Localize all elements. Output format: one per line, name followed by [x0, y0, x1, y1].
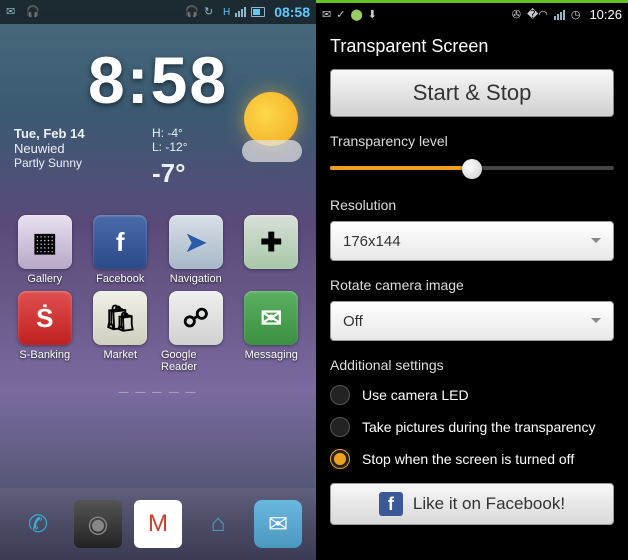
app-icon: ➤ [169, 215, 223, 269]
app-s-banking[interactable]: Ṡ S-Banking [10, 291, 80, 373]
app-icon: 🛍 [93, 291, 147, 345]
app-icon: ☍ [169, 291, 223, 345]
dock-phone[interactable]: ✆ [14, 500, 62, 548]
weather-cond: Partly Sunny [14, 156, 152, 170]
sun-icon [244, 92, 298, 146]
app-icon: ✚ [244, 215, 298, 269]
dock-camera[interactable]: ◉ [74, 500, 122, 548]
network-type: H [223, 7, 230, 18]
app-icon: ▦ [18, 215, 72, 269]
slider-thumb[interactable] [462, 159, 482, 179]
option-label: Use camera LED [362, 387, 469, 403]
android-icon: ⬤ [350, 8, 362, 21]
facebook-icon: f [379, 492, 403, 516]
rotate-value: Off [343, 313, 363, 330]
facebook-like-button[interactable]: f Like it on Facebook! [330, 483, 614, 525]
signal-icon [554, 10, 565, 20]
sync-icon: ↻ [204, 5, 218, 19]
dock: ✆◉M⌂✉ [0, 488, 316, 560]
app-messaging[interactable]: ✉ Messaging [237, 291, 307, 373]
wifi-icon: �◠ [527, 8, 548, 21]
mail-icon: ✉ [322, 8, 331, 21]
app-icon: ✉ [244, 291, 298, 345]
resolution-select[interactable]: 176x144 [330, 221, 614, 261]
app-label: Messaging [245, 349, 298, 361]
app-market[interactable]: 🛍 Market [86, 291, 156, 373]
weather-city: Neuwied [14, 141, 152, 156]
app-item-3[interactable]: ✚ [237, 215, 307, 285]
weather-low: -12° [165, 140, 187, 154]
page-indicator: — — — — — [0, 387, 316, 398]
app-icon: f [93, 215, 147, 269]
app-label: Google Reader [161, 349, 231, 373]
status-time: 10:26 [589, 7, 622, 22]
weather-high: -4° [167, 126, 182, 140]
option-row-0[interactable]: Use camera LED [330, 385, 614, 405]
weather-widget[interactable]: Tue, Feb 14 Neuwied Partly Sunny H: -4° … [0, 118, 316, 189]
alarm-icon: ◷ [571, 8, 581, 21]
option-row-1[interactable]: Take pictures during the transparency [330, 417, 614, 437]
settings-screen: ✉ ✓ ⬤ ⬇ ✇ �◠ ◷ 10:26 Transparent Screen … [316, 0, 628, 560]
cloud-icon [242, 140, 302, 162]
status-time: 08:58 [274, 4, 310, 20]
transparency-label: Transparency level [330, 133, 614, 149]
radio-icon[interactable] [330, 449, 350, 469]
option-label: Stop when the screen is turned off [362, 451, 574, 467]
app-facebook[interactable]: f Facebook [86, 215, 156, 285]
option-label: Take pictures during the transparency [362, 419, 595, 435]
download-icon: ⬇ [368, 8, 377, 21]
app-label: Navigation [170, 273, 222, 285]
weather-temp: -7° [152, 158, 222, 189]
rotate-select[interactable]: Off [330, 301, 614, 341]
vibrate-icon: ✇ [512, 8, 521, 21]
rotate-label: Rotate camera image [330, 277, 614, 293]
resolution-value: 176x144 [343, 233, 401, 250]
status-bar-left: ✉ 🎧 🎧 ↻ H 08:58 [0, 0, 316, 24]
headphones-icon: 🎧 [185, 5, 199, 19]
app-label: Market [103, 349, 137, 361]
headphones-icon: 🎧 [26, 5, 40, 19]
app-label: S-Banking [19, 349, 70, 361]
facebook-like-label: Like it on Facebook! [413, 494, 565, 514]
app-grid: ▦ Gallery f Facebook ➤ Navigation ✚ Ṡ S-Banking 🛍… [0, 189, 316, 373]
status-bar-right: ✉ ✓ ⬤ ⬇ ✇ �◠ ◷ 10:26 [316, 3, 628, 26]
app-google-reader[interactable]: ☍ Google Reader [161, 291, 231, 373]
resolution-label: Resolution [330, 197, 614, 213]
app-label: Facebook [96, 273, 144, 285]
app-navigation[interactable]: ➤ Navigation [161, 215, 231, 285]
signal-icon [235, 7, 246, 17]
check-icon: ✓ [336, 8, 345, 21]
transparency-slider[interactable] [330, 157, 614, 181]
notif-icon: ✉ [6, 5, 20, 19]
dock-sms[interactable]: ✉ [254, 500, 302, 548]
app-label: Gallery [27, 273, 62, 285]
radio-icon[interactable] [330, 385, 350, 405]
radio-icon[interactable] [330, 417, 350, 437]
start-stop-button[interactable]: Start & Stop [330, 69, 614, 117]
dock-browser[interactable]: ⌂ [194, 500, 242, 548]
app-icon: Ṡ [18, 291, 72, 345]
additional-label: Additional settings [330, 357, 614, 373]
option-row-2[interactable]: Stop when the screen is turned off [330, 449, 614, 469]
battery-icon [251, 7, 265, 17]
homescreen: ✉ 🎧 🎧 ↻ H 08:58 8:58 Tue, Feb 14 Neuwied… [0, 0, 316, 560]
app-gallery[interactable]: ▦ Gallery [10, 215, 80, 285]
dock-gmail[interactable]: M [134, 500, 182, 548]
app-title: Transparent Screen [316, 26, 628, 69]
weather-date: Tue, Feb 14 [14, 126, 152, 141]
